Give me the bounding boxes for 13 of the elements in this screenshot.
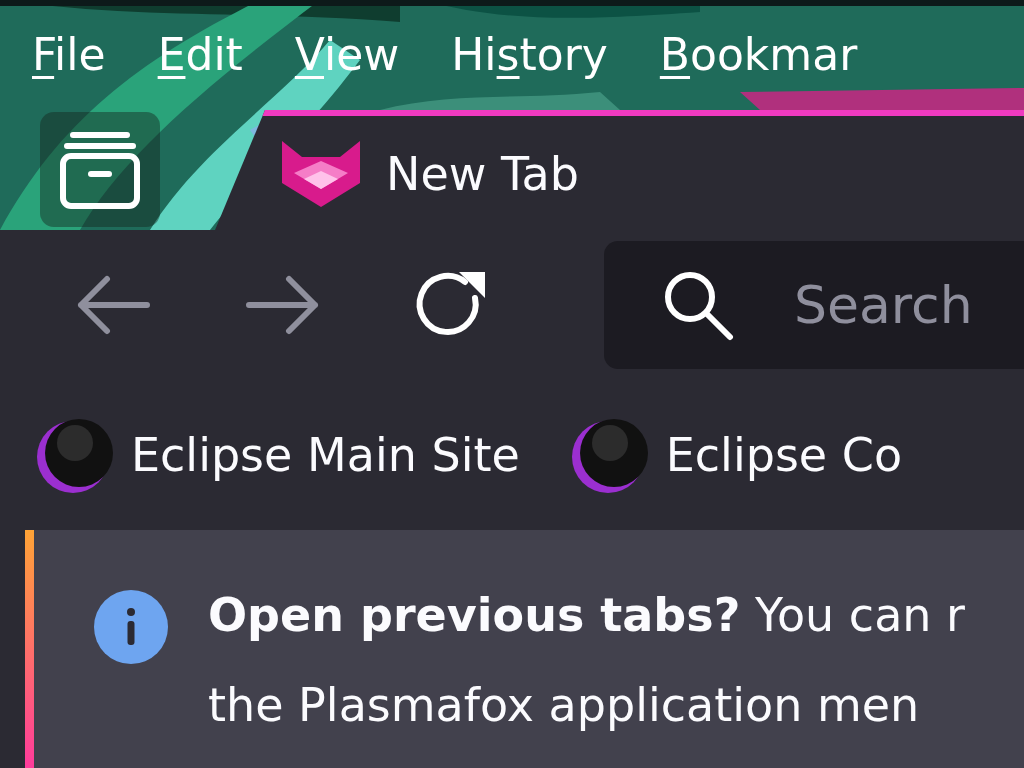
bookmark-item[interactable]: Eclipse Main Site (35, 415, 520, 495)
folder-icon (59, 129, 141, 210)
menu-item[interactable]: File (32, 33, 106, 77)
tabs-list-button[interactable] (40, 112, 160, 227)
menu-item[interactable]: History (451, 33, 608, 77)
cat-logo-icon (280, 139, 362, 209)
info-icon (94, 590, 168, 664)
search-icon (662, 269, 734, 341)
search-field[interactable]: Search (604, 241, 1024, 369)
notification-message: Open previous tabs? You can r the Plasmafox application men (208, 587, 966, 734)
menu-item[interactable]: View (294, 33, 400, 77)
bookmark-item[interactable]: Eclipse Co (569, 415, 903, 495)
menu-item[interactable]: Bookmar (659, 33, 858, 77)
